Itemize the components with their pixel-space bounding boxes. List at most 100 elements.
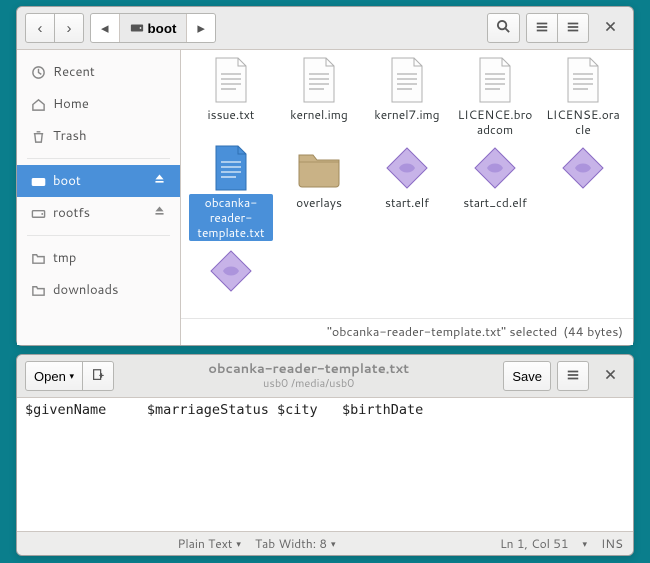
view-options-button[interactable] [526,13,558,43]
hamburger-icon [566,20,580,37]
file-item[interactable]: LICENSE.oracle [539,54,627,140]
file-item[interactable]: start_cd.elf [451,142,539,243]
file-manager-body: Recent Home Trash boot rootfs tmp downlo… [17,50,633,345]
file-thumbnail [471,56,519,104]
eject-icon[interactable] [153,204,166,222]
status-size: (44 bytes) [563,323,623,341]
nav-buttons: ‹ › [25,13,84,43]
file-item[interactable]: overlays [275,142,363,243]
sidebar-item-trash[interactable]: Trash [17,120,180,152]
file-label: start.elf [381,194,433,211]
sidebar-item-tmp[interactable]: tmp [17,242,180,274]
text-editor-window: Open ▾ obcanka-reader-template.txt usb0 … [16,354,634,556]
sidebar-item-label: Recent [53,63,95,81]
hamburger-icon [535,20,549,37]
file-item[interactable] [539,142,627,243]
drive-icon [31,174,45,188]
hamburger-icon [566,368,580,385]
editor-title-block: obcanka-reader-template.txt usb0 /media/… [120,362,497,391]
path-bar: ◂ boot ▸ [90,13,216,43]
file-label: obcanka-reader-template.txt [189,194,273,241]
path-segment-boot[interactable]: boot [120,14,187,42]
file-manager-window: ‹ › ◂ boot ▸ [16,6,634,346]
chevron-down-icon: ▾ [583,537,588,550]
save-button[interactable]: Save [503,361,551,391]
folder-icon [31,251,45,265]
save-label: Save [512,369,542,384]
file-label: overlays [292,194,346,211]
file-label: LICENSE.oracle [541,106,625,138]
file-label: start_cd.elf [459,194,531,211]
file-label: kernel.img [286,106,352,123]
new-document-icon [91,368,105,385]
sidebar-item-label: boot [53,172,81,190]
position-menu[interactable]: ▾ [583,537,588,550]
search-icon [496,19,511,37]
file-item[interactable]: LICENCE.broadcom [451,54,539,140]
sidebar-item-label: downloads [53,281,118,299]
file-label: kernel7.img [370,106,443,123]
file-item[interactable]: obcanka-reader-template.txt [187,142,275,243]
close-icon [604,368,617,384]
chevron-down-icon: ▾ [331,537,336,550]
back-button[interactable]: ‹ [25,13,55,43]
close-button[interactable] [595,13,625,43]
syntax-selector[interactable]: Plain Text ▾ [178,535,241,552]
editor-close-button[interactable] [595,361,625,391]
cursor-position: Ln 1, Col 51 [500,535,568,552]
path-next-button[interactable]: ▸ [187,14,215,42]
sidebar-item-label: tmp [53,249,76,267]
app-menu-button[interactable] [557,13,589,43]
open-button[interactable]: Open ▾ [25,361,83,391]
sidebar-item-recent[interactable]: Recent [17,56,180,88]
chevron-down-icon: ▾ [236,537,241,550]
open-label: Open [34,369,66,384]
statusbar: "obcanka-reader-template.txt" selected (… [181,318,633,345]
sidebar-item-home[interactable]: Home [17,88,180,120]
file-item[interactable]: start.elf [363,142,451,243]
file-thumbnail [207,247,255,295]
file-label: LICENCE.broadcom [453,106,537,138]
file-thumbnail [559,56,607,104]
file-thumbnail [295,56,343,104]
sidebar-item-downloads[interactable]: downloads [17,274,180,306]
new-tab-button[interactable] [82,361,114,391]
insert-mode[interactable]: INS [601,535,623,552]
sidebar-item-boot[interactable]: boot [17,165,180,197]
sidebar: Recent Home Trash boot rootfs tmp downlo… [17,50,181,345]
editor-content[interactable]: $givenName $marriageStatus $city $birthD… [17,398,633,531]
home-icon [31,97,45,111]
sidebar-item-label: Home [53,95,89,113]
sidebar-item-label: rootfs [53,204,90,222]
sidebar-item-label: Trash [53,127,87,145]
file-thumbnail [207,144,255,192]
sidebar-item-rootfs[interactable]: rootfs [17,197,180,229]
eject-icon[interactable] [153,172,166,190]
file-thumbnail [383,56,431,104]
file-item[interactable]: kernel7.img [363,54,451,140]
path-segment-label: boot [148,21,177,36]
file-label [227,297,235,299]
close-icon [604,20,617,36]
folder-icon [31,283,45,297]
forward-button[interactable]: › [54,13,84,43]
trash-icon [31,129,45,143]
file-label: issue.txt [204,106,259,123]
file-manager-toolbar: ‹ › ◂ boot ▸ [17,7,633,50]
file-item[interactable] [187,245,275,301]
tabwidth-selector[interactable]: Tab Width: 8 ▾ [255,535,336,552]
path-prev-button[interactable]: ◂ [91,14,119,42]
file-thumbnail [559,144,607,192]
chevron-down-icon: ▾ [69,371,74,382]
status-selection: "obcanka-reader-template.txt" selected [327,323,557,341]
drive-icon [130,21,144,35]
icon-grid[interactable]: issue.txt kernel.img kernel7.img LICENCE… [181,50,633,318]
file-item[interactable]: kernel.img [275,54,363,140]
search-button[interactable] [487,13,520,43]
icon-view: issue.txt kernel.img kernel7.img LICENCE… [181,50,633,345]
file-item[interactable]: issue.txt [187,54,275,140]
editor-menu-button[interactable] [557,361,589,391]
file-label [579,194,587,196]
editor-subtitle: usb0 /media/usb0 [120,377,497,390]
file-thumbnail [471,144,519,192]
